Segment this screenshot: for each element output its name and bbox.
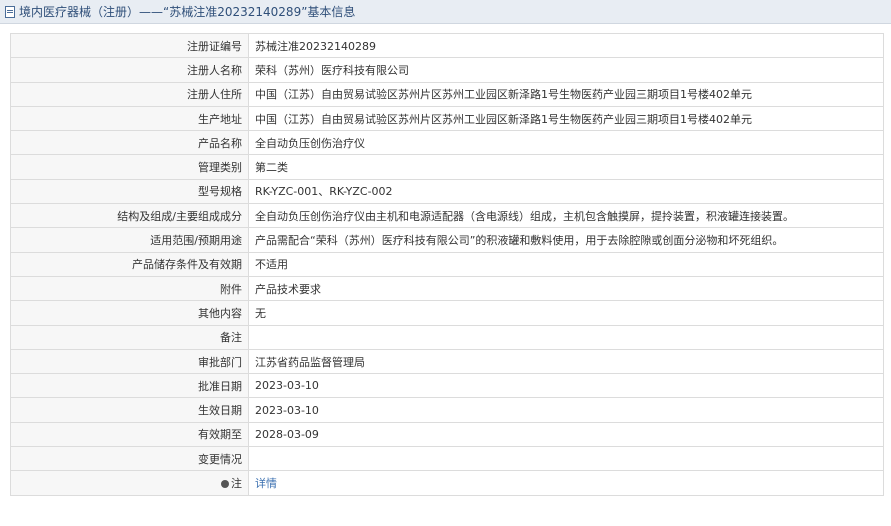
note-value: 详情 xyxy=(248,470,884,496)
row-label: 结构及组成/主要组成成分 xyxy=(10,203,249,229)
row-label: 备注 xyxy=(10,324,249,350)
note-icon xyxy=(221,479,229,488)
row-label: 变更情况 xyxy=(10,446,249,472)
row-value: 产品需配合“荣科（苏州）医疗科技有限公司”的积液罐和敷料使用，用于去除腔隙或创面… xyxy=(248,227,884,253)
row-value: 不适用 xyxy=(248,251,884,277)
row-value: 荣科（苏州）医疗科技有限公司 xyxy=(248,57,884,83)
row-label: 产品名称 xyxy=(10,130,249,156)
table-row: 注册人名称 荣科（苏州）医疗科技有限公司 xyxy=(10,57,884,83)
note-label-text: 注 xyxy=(231,476,242,490)
row-value: 苏械注准20232140289 xyxy=(248,32,884,59)
row-value: 2023-03-10 xyxy=(248,397,884,423)
row-value: 江苏省药品监督管理局 xyxy=(248,348,884,375)
document-icon xyxy=(5,5,15,18)
row-label: 附件 xyxy=(10,275,249,302)
row-value: 全自动负压创伤治疗仪 xyxy=(248,130,884,156)
table-row: 有效期至 2028-03-09 xyxy=(10,421,884,448)
row-label: 适用范围/预期用途 xyxy=(10,227,249,253)
row-value: 2028-03-09 xyxy=(248,421,884,448)
row-value xyxy=(248,324,884,350)
row-label: 注册人住所 xyxy=(10,81,249,107)
row-value: 产品技术要求 xyxy=(248,275,884,302)
table-row: 附件 产品技术要求 xyxy=(10,275,884,302)
row-value: 全自动负压创伤治疗仪由主机和电源适配器（含电源线）组成，主机包含触摸屏，提拎装置… xyxy=(248,203,884,229)
table-row: 备注 xyxy=(10,324,884,350)
row-label: 产品储存条件及有效期 xyxy=(10,251,249,277)
row-label: 审批部门 xyxy=(10,348,249,375)
table-row: 适用范围/预期用途 产品需配合“荣科（苏州）医疗科技有限公司”的积液罐和敷料使用… xyxy=(10,227,884,253)
table-row: 生产地址 中国（江苏）自由贸易试验区苏州片区苏州工业园区新泽路1号生物医药产业园… xyxy=(10,105,884,132)
row-value: 2023-03-10 xyxy=(248,373,884,399)
row-value: RK-YZC-001、RK-YZC-002 xyxy=(248,178,884,205)
row-label: 注册人名称 xyxy=(10,57,249,83)
table-row: 产品名称 全自动负压创伤治疗仪 xyxy=(10,130,884,156)
row-value xyxy=(248,446,884,472)
table-row: 其他内容 无 xyxy=(10,300,884,326)
table-row: 型号规格 RK-YZC-001、RK-YZC-002 xyxy=(10,178,884,205)
row-label: 管理类别 xyxy=(10,154,249,180)
table-row: 产品储存条件及有效期 不适用 xyxy=(10,251,884,277)
row-value: 中国（江苏）自由贸易试验区苏州片区苏州工业园区新泽路1号生物医药产业园三期项目1… xyxy=(248,105,884,132)
table-row: 结构及组成/主要组成成分 全自动负压创伤治疗仪由主机和电源适配器（含电源线）组成… xyxy=(10,203,884,229)
row-value: 无 xyxy=(248,300,884,326)
page-header: 境内医疗器械（注册）——“苏械注准20232140289”基本信息 xyxy=(0,0,891,24)
row-label: 生产地址 xyxy=(10,105,249,132)
table-row: 注册人住所 中国（江苏）自由贸易试验区苏州片区苏州工业园区新泽路1号生物医药产业… xyxy=(10,81,884,107)
note-row: 注 详情 xyxy=(10,470,884,496)
row-label: 型号规格 xyxy=(10,178,249,205)
page-title: 境内医疗器械（注册）——“苏械注准20232140289”基本信息 xyxy=(19,5,356,19)
table-row: 管理类别 第二类 xyxy=(10,154,884,180)
row-label: 有效期至 xyxy=(10,421,249,448)
info-table: 注册证编号 苏械注准20232140289 注册人名称 荣科（苏州）医疗科技有限… xyxy=(10,32,884,496)
table-row: 审批部门 江苏省药品监督管理局 xyxy=(10,348,884,375)
row-label: 批准日期 xyxy=(10,373,249,399)
table-row: 生效日期 2023-03-10 xyxy=(10,397,884,423)
table-row: 注册证编号 苏械注准20232140289 xyxy=(10,32,884,59)
row-value: 中国（江苏）自由贸易试验区苏州片区苏州工业园区新泽路1号生物医药产业园三期项目1… xyxy=(248,81,884,107)
row-label: 注册证编号 xyxy=(10,32,249,59)
details-link[interactable]: 详情 xyxy=(255,477,277,490)
row-value: 第二类 xyxy=(248,154,884,180)
table-row: 变更情况 xyxy=(10,446,884,472)
row-label: 生效日期 xyxy=(10,397,249,423)
note-label: 注 xyxy=(10,470,249,496)
row-label: 其他内容 xyxy=(10,300,249,326)
table-row: 批准日期 2023-03-10 xyxy=(10,373,884,399)
